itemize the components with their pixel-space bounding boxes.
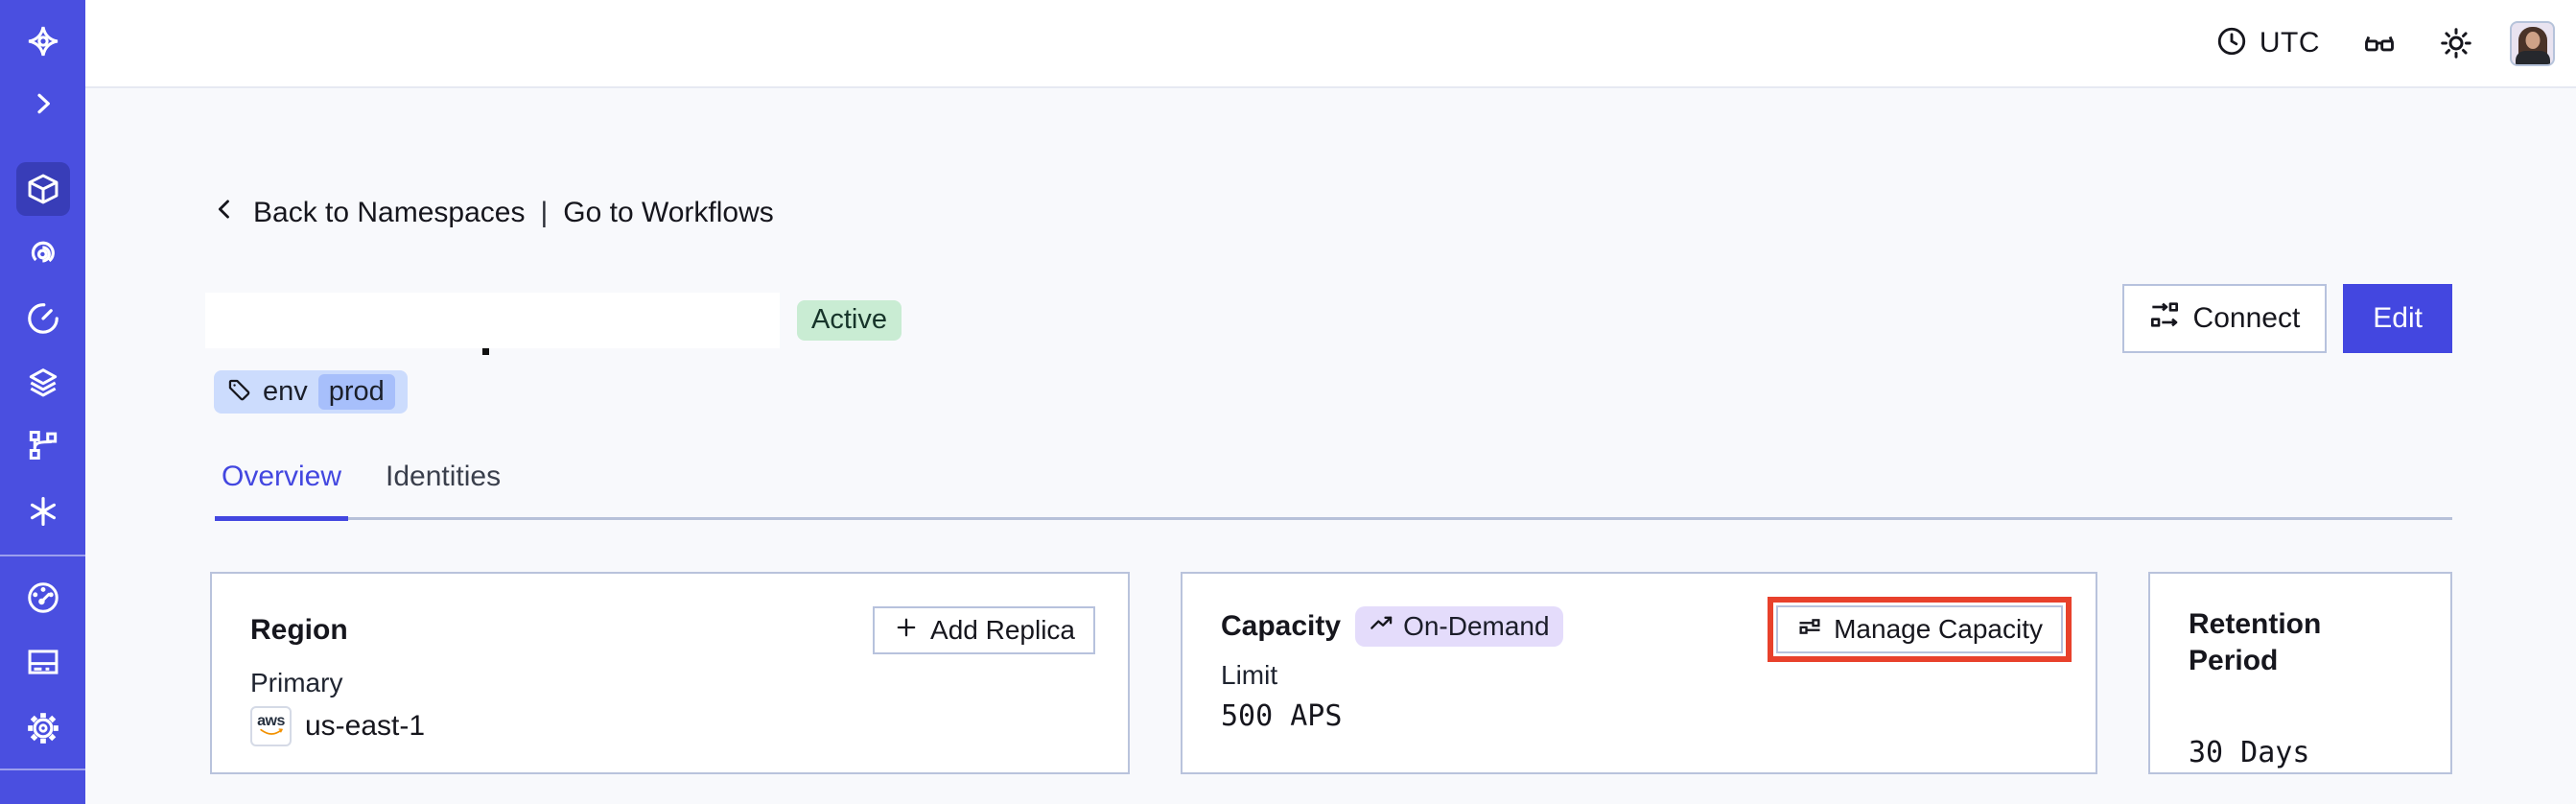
user-avatar[interactable] [2510, 20, 2555, 66]
namespace-title-redaction [205, 293, 780, 348]
namespace-title-row: Active [205, 293, 902, 348]
tab-identities[interactable]: Identities [379, 461, 507, 517]
temporal-logo-icon[interactable] [16, 14, 70, 68]
sidebar-item spiral-icon[interactable] [16, 226, 70, 280]
sidebar-divider [0, 769, 85, 770]
header-actions: Connect Edit [2121, 284, 2452, 353]
namespace-tag-chip[interactable]: env prod [214, 370, 408, 414]
sidebar-item gear-icon[interactable] [16, 701, 70, 755]
sidebar-item layers-icon[interactable] [16, 356, 70, 410]
sidebar-item globe-icon[interactable] [16, 796, 70, 804]
limit-value: 500 APS [1221, 699, 1343, 733]
breadcrumb-back-link[interactable]: Back to Namespaces [253, 197, 525, 229]
capacity-card: Capacity On-Demand Manage Capacity Limit… [1181, 572, 2097, 774]
sidebar [0, 0, 85, 804]
ondemand-badge-label: On-Demand [1403, 611, 1550, 641]
namespace-detail-page: UTC Back to Namespaces | Go to Workflows… [0, 0, 2576, 804]
annotation-highlight-box: Manage Capacity [1768, 597, 2072, 662]
avatar-shirt [2515, 50, 2550, 64]
avatar-face [2525, 31, 2540, 49]
sidebar-divider [0, 555, 85, 556]
redaction-stray-dot [482, 348, 489, 355]
breadcrumb: Back to Namespaces | Go to Workflows [211, 196, 774, 230]
main-content: Back to Namespaces | Go to Workflows Act… [85, 88, 2576, 804]
timezone-selector[interactable]: UTC [2215, 25, 2320, 62]
trending-up-icon [1369, 610, 1394, 643]
breadcrumb-separator: | [540, 197, 549, 228]
add-replica-label: Add Replica [930, 615, 1075, 645]
sidebar-item gauge-icon[interactable] [16, 571, 70, 625]
sidebar-expand-chevron-right-icon[interactable] [16, 77, 70, 130]
status-badge: Active [797, 300, 902, 341]
theme-sun-icon[interactable] [2439, 26, 2473, 60]
connect-flow-icon [2149, 299, 2180, 338]
retention-card-title: Retention Period [2189, 608, 2322, 676]
tab-overview[interactable]: Overview [215, 461, 349, 521]
sidebar-item-namespaces cube-icon[interactable] [15, 162, 70, 216]
connect-button[interactable]: Connect [2121, 284, 2328, 353]
edit-button[interactable]: Edit [2343, 284, 2452, 353]
tag-value: prod [317, 374, 395, 410]
manage-capacity-label: Manage Capacity [1834, 614, 2043, 644]
ondemand-badge: On-Demand [1355, 606, 1563, 647]
sidebar-item credit-card-icon[interactable] [16, 635, 70, 689]
limit-label: Limit [1221, 660, 1278, 690]
sliders-icon [1796, 613, 1823, 647]
region-card: Region Add Replica Primary aws us-east-1 [210, 572, 1130, 774]
timezone-label: UTC [2259, 27, 2320, 59]
capacity-card-title: Capacity [1221, 610, 1342, 642]
sidebar-item branch-icon[interactable] [16, 418, 70, 472]
sidebar-item asterisk-icon[interactable] [16, 485, 70, 538]
glasses-icon[interactable] [2362, 26, 2397, 60]
manage-capacity-button[interactable]: Manage Capacity [1776, 605, 2063, 653]
retention-card: Retention Period 30 Days [2148, 572, 2452, 774]
tag-icon [226, 377, 252, 408]
clock-icon [2215, 25, 2248, 62]
breadcrumb-workflows-link[interactable]: Go to Workflows [563, 197, 774, 229]
retention-value: 30 Days [2189, 736, 2310, 769]
primary-label: Primary [250, 668, 343, 698]
tag-key: env [263, 376, 308, 407]
region-card-title: Region [250, 614, 348, 646]
sidebar-item clock-icon[interactable] [16, 292, 70, 345]
aws-logo-badge: aws [250, 706, 292, 746]
tab-bar: Overview Identities [215, 461, 2452, 521]
aws-smile-icon [259, 728, 283, 735]
add-replica-button[interactable]: Add Replica [873, 606, 1095, 654]
connect-button-label: Connect [2192, 302, 2301, 334]
back-chevron-icon[interactable] [211, 196, 238, 230]
aws-logo-text: aws [257, 713, 285, 729]
plus-icon [893, 614, 920, 648]
region-value: us-east-1 [305, 710, 426, 742]
top-bar: UTC [85, 0, 2576, 88]
